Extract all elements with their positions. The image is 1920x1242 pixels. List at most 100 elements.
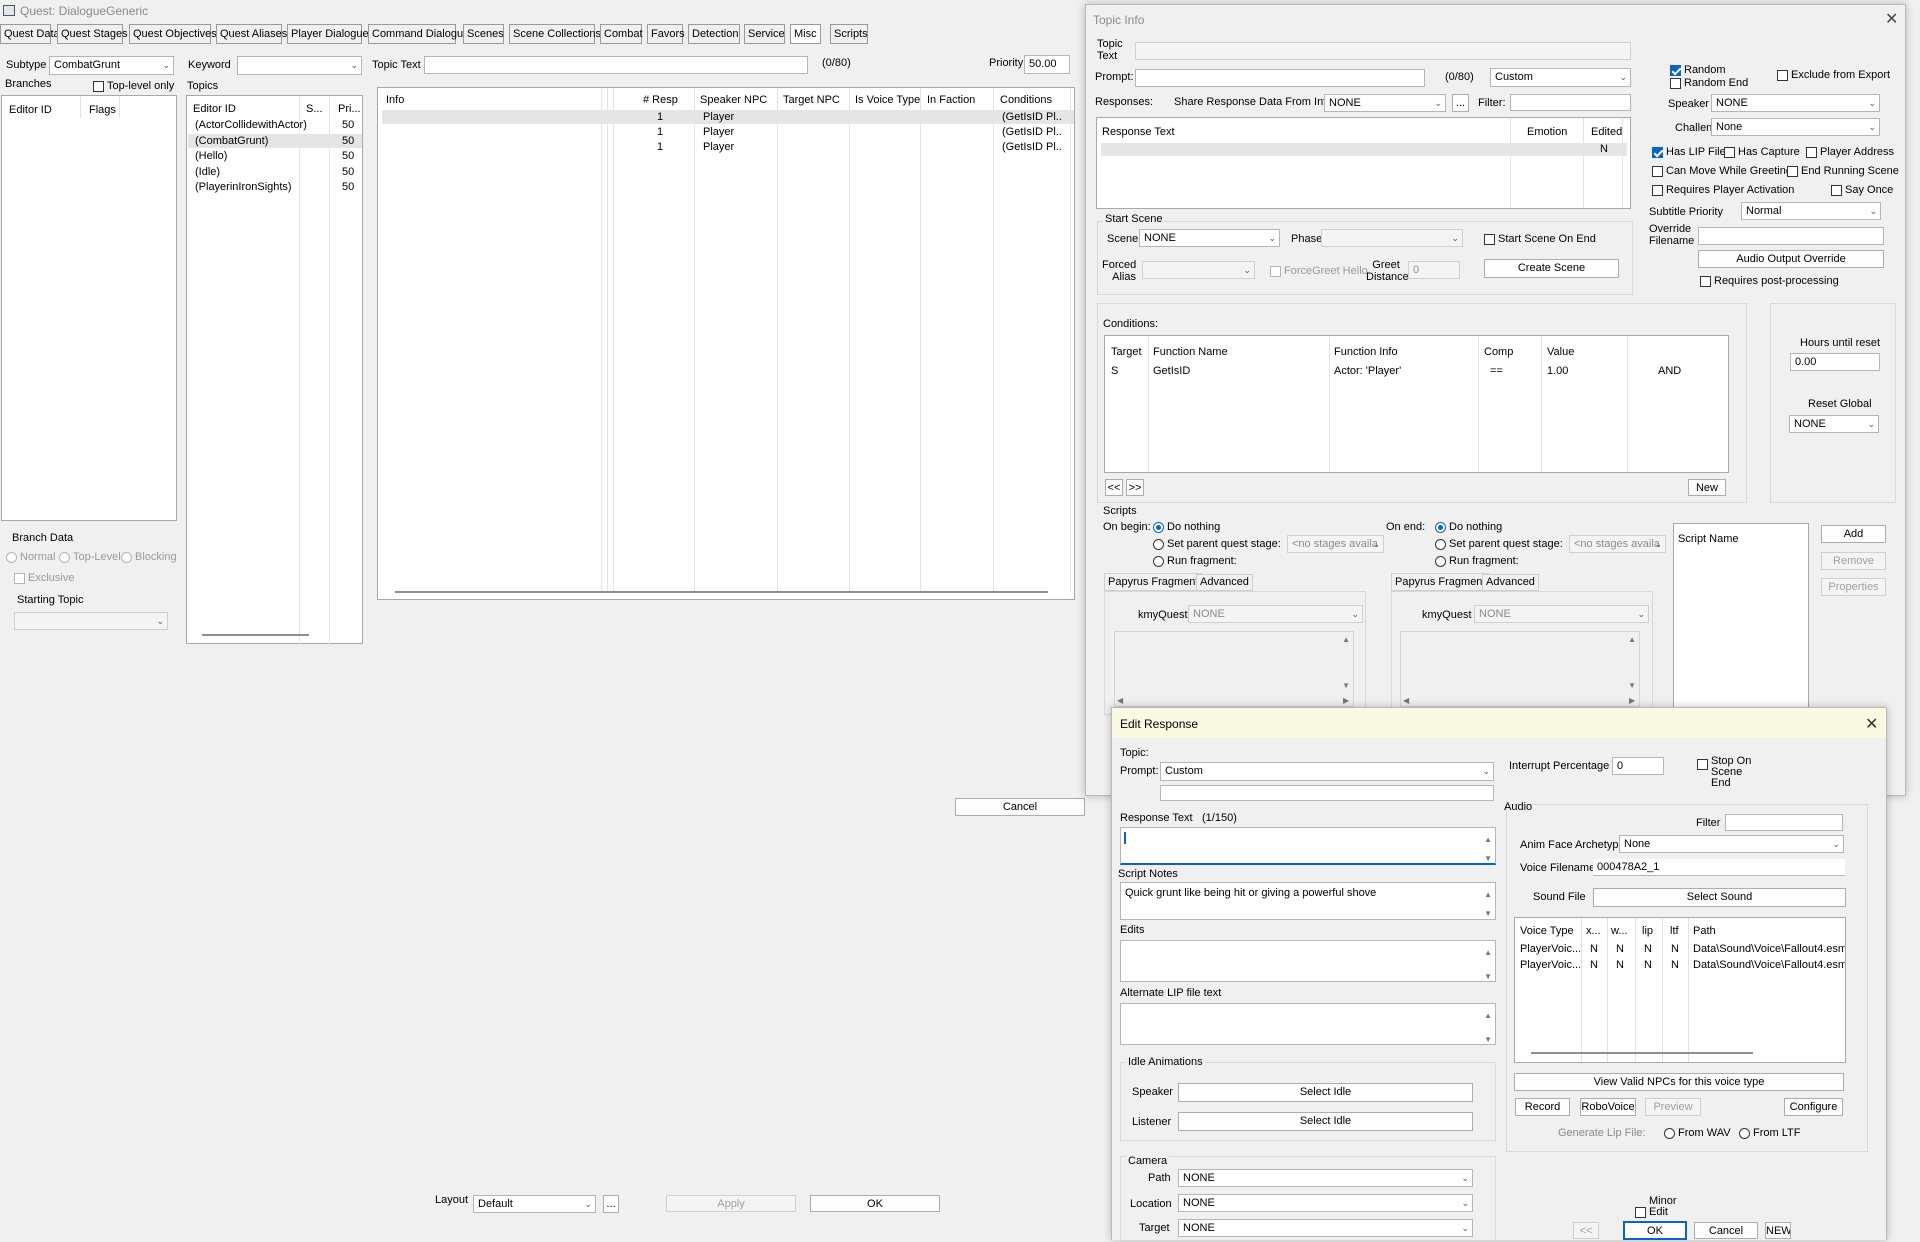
select-sound-button[interactable]: Select Sound: [1593, 888, 1846, 907]
cond-row-logic[interactable]: AND: [1658, 365, 1681, 377]
record-button[interactable]: Record: [1515, 1098, 1570, 1116]
topic-row-editor-id[interactable]: (Idle): [195, 166, 220, 178]
requires-activation-checkbox[interactable]: Requires Player Activation: [1652, 184, 1794, 196]
scroll-down-icon[interactable]: ▼: [1484, 1031, 1492, 1044]
end-running-scene-checkbox[interactable]: End Running Scene: [1787, 165, 1899, 177]
layout-more-button[interactable]: ...: [603, 1195, 619, 1213]
on-begin-run-fragment-radio[interactable]: Run fragment:: [1153, 555, 1237, 567]
prompt-input[interactable]: [1135, 69, 1425, 87]
voice-row-type[interactable]: PlayerVoic...: [1520, 943, 1580, 955]
exclude-export-checkbox[interactable]: Exclude from Export: [1777, 69, 1890, 81]
cond-row-value[interactable]: 1.00: [1547, 365, 1568, 377]
ok-button[interactable]: OK: [810, 1195, 940, 1212]
next-condition-button[interactable]: >>: [1126, 479, 1144, 496]
script-notes-input[interactable]: Quick grunt like being hit or giving a p…: [1120, 882, 1496, 920]
cancel-button[interactable]: Cancel: [955, 798, 1085, 816]
on-end-run-fragment-radio[interactable]: Run fragment:: [1435, 555, 1519, 567]
subtitle-priority-select[interactable]: Normal ⌄: [1741, 202, 1881, 220]
ok-button[interactable]: OK: [1623, 1221, 1687, 1240]
remove-script-button[interactable]: Remove: [1821, 552, 1886, 570]
random-end-checkbox[interactable]: Random End: [1670, 77, 1748, 89]
scroll-down-icon[interactable]: ▼: [1342, 681, 1350, 690]
voice-filename-input[interactable]: 000478A2_1: [1593, 859, 1845, 876]
info-row-resp[interactable]: 1: [657, 126, 663, 138]
camera-path-select[interactable]: NONE ⌄: [1178, 1169, 1473, 1187]
scroll-right-icon[interactable]: ▶: [1629, 696, 1635, 705]
close-icon[interactable]: ✕: [1885, 9, 1898, 29]
requires-post-processing-checkbox[interactable]: Requires post-processing: [1700, 275, 1839, 287]
end-tab-papyrus[interactable]: Papyrus Fragment: [1391, 573, 1490, 591]
scroll-right-icon[interactable]: ▶: [1343, 696, 1349, 705]
cond-row-info[interactable]: Actor: 'Player': [1334, 365, 1401, 377]
tab-favors[interactable]: Favors: [647, 24, 685, 44]
on-begin-stage-select[interactable]: <no stages availa ⌄: [1287, 535, 1384, 553]
random-checkbox[interactable]: Random: [1670, 64, 1726, 76]
robovoice-button[interactable]: RoboVoice: [1580, 1098, 1636, 1116]
keyword-select[interactable]: ⌄: [237, 56, 362, 75]
prev-response-button[interactable]: <<: [1573, 1222, 1599, 1239]
audio-output-override-button[interactable]: Audio Output Override: [1698, 250, 1884, 268]
tab-quest-data[interactable]: Quest Data: [0, 24, 60, 44]
horizontal-scrollbar[interactable]: [202, 634, 309, 636]
topic-text-input[interactable]: [424, 56, 808, 74]
scene-select[interactable]: NONE ⌄: [1139, 229, 1280, 247]
top-level-only-checkbox[interactable]: Top-level only: [93, 80, 174, 92]
cond-row-function[interactable]: GetIsID: [1153, 365, 1190, 377]
begin-tab-papyrus[interactable]: Papyrus Fragment: [1104, 573, 1203, 591]
resp-row-edited[interactable]: N: [1600, 143, 1608, 155]
tab-quest-objectives[interactable]: Quest Objectives: [129, 24, 217, 44]
cancel-button[interactable]: Cancel: [1694, 1222, 1758, 1239]
cond-row-comp[interactable]: ==: [1490, 365, 1503, 377]
scroll-up-icon[interactable]: ▲: [1342, 635, 1350, 644]
prev-condition-button[interactable]: <<: [1105, 479, 1123, 496]
info-row-speaker[interactable]: Player: [703, 111, 734, 123]
create-scene-button[interactable]: Create Scene: [1484, 259, 1619, 278]
scroll-up-icon[interactable]: ▲: [1484, 1007, 1492, 1024]
from-wav-radio[interactable]: From WAV: [1664, 1127, 1731, 1139]
tab-command-dialogue[interactable]: Command Dialogue: [368, 24, 469, 44]
voice-row-type[interactable]: PlayerVoic...: [1520, 959, 1580, 971]
has-lip-checkbox[interactable]: Has LIP File: [1652, 146, 1726, 158]
edits-input[interactable]: ▲ ▼: [1120, 940, 1496, 982]
tab-quest-aliases[interactable]: Quest Aliases: [216, 24, 287, 44]
info-table[interactable]: Info # Resp Speaker NPC Target NPC Is Vo…: [377, 87, 1075, 600]
add-script-button[interactable]: Add: [1821, 525, 1886, 543]
cond-row-target[interactable]: S: [1111, 365, 1118, 377]
minor-edit-checkbox[interactable]: Minor Edit: [1635, 1196, 1677, 1218]
anim-face-select[interactable]: None ⌄: [1619, 835, 1844, 853]
scroll-left-icon[interactable]: ◀: [1403, 696, 1409, 705]
say-once-checkbox[interactable]: Say Once: [1831, 184, 1893, 196]
info-row-speaker[interactable]: Player: [703, 126, 734, 138]
topic-row-editor-id[interactable]: (Hello): [195, 150, 227, 162]
horizontal-scrollbar[interactable]: [1531, 1052, 1753, 1054]
on-end-do-nothing-radio[interactable]: Do nothing: [1435, 521, 1502, 533]
interrupt-percentage-input[interactable]: 0: [1612, 757, 1664, 775]
camera-location-select[interactable]: NONE ⌄: [1178, 1194, 1473, 1212]
prompt-select[interactable]: Custom ⌄: [1160, 762, 1494, 781]
info-row-conditions[interactable]: (GetIsID Pl...: [1002, 111, 1062, 123]
stop-on-scene-end-checkbox[interactable]: Stop On Scene End: [1697, 756, 1763, 789]
new-condition-button[interactable]: New: [1688, 479, 1726, 496]
challenge-select[interactable]: None ⌄: [1711, 118, 1880, 136]
on-begin-set-stage-radio[interactable]: Set parent quest stage:: [1153, 538, 1281, 550]
prompt-text-input[interactable]: [1160, 785, 1494, 801]
end-fragment-editor[interactable]: ▲ ▼ ◀ ▶: [1400, 631, 1640, 707]
info-row-resp[interactable]: 1: [657, 141, 663, 153]
end-tab-advanced[interactable]: Advanced: [1482, 574, 1539, 591]
speaker-select[interactable]: NONE ⌄: [1711, 94, 1880, 112]
override-filename-input[interactable]: [1698, 227, 1884, 245]
tab-scene-collections[interactable]: Scene Collections: [509, 24, 601, 44]
configure-button[interactable]: Configure: [1784, 1098, 1843, 1116]
has-capture-checkbox[interactable]: Has Capture: [1724, 146, 1800, 158]
topic-text-input[interactable]: [1135, 42, 1631, 60]
info-row-conditions[interactable]: (GetIsID Pl...: [1002, 126, 1062, 138]
response-text-input[interactable]: ▲ ▼: [1120, 827, 1496, 865]
reset-global-select[interactable]: NONE ⌄: [1789, 415, 1879, 433]
camera-target-select[interactable]: NONE ⌄: [1178, 1219, 1473, 1237]
hours-until-reset-input[interactable]: 0.00: [1790, 353, 1880, 371]
tab-misc[interactable]: Misc: [790, 24, 821, 44]
starting-topic-select[interactable]: ⌄: [14, 612, 168, 630]
begin-kmyquest-select[interactable]: NONE ⌄: [1188, 605, 1363, 623]
scroll-down-icon[interactable]: ▼: [1484, 968, 1492, 981]
branches-list[interactable]: Editor ID Flags: [1, 95, 177, 521]
